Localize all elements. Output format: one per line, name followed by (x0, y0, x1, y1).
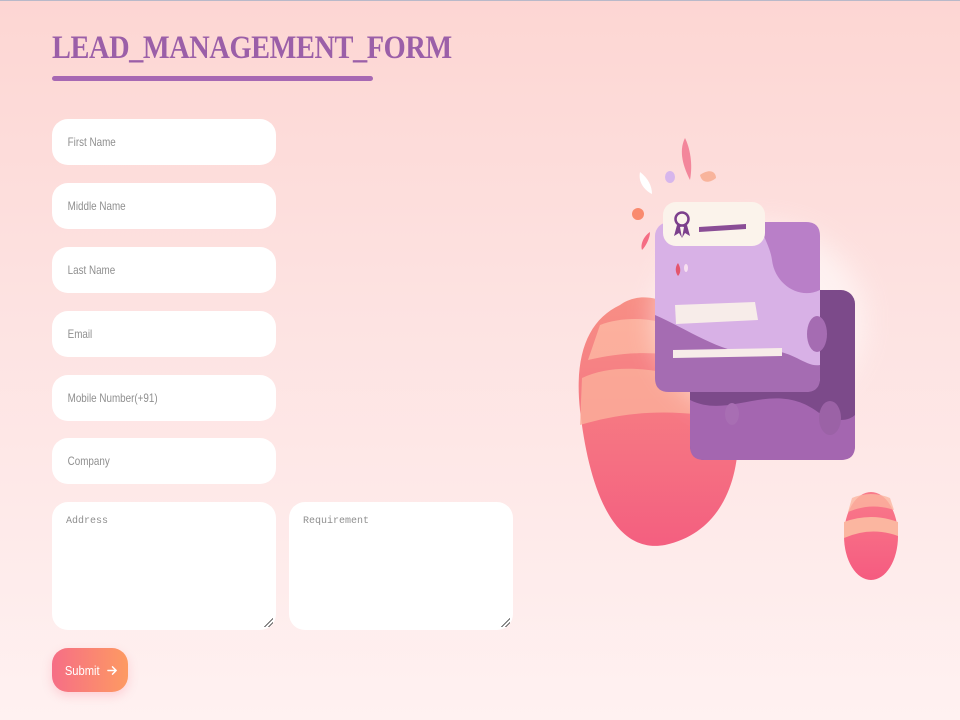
mobile-number-input[interactable] (66, 390, 227, 406)
last-name-field-container (52, 247, 276, 293)
company-input[interactable] (66, 453, 227, 469)
light-drop-icon (684, 264, 688, 272)
middle-name-input[interactable] (66, 198, 227, 214)
company-field-container (52, 438, 276, 484)
first-name-input[interactable] (66, 134, 227, 150)
address-textarea[interactable] (52, 502, 276, 630)
top-border (0, 0, 960, 1)
front-card (655, 222, 827, 392)
arrow-right-icon (107, 665, 118, 675)
title-underline (52, 76, 373, 81)
submit-button[interactable]: Submit (52, 648, 128, 692)
certificate-tag (663, 202, 765, 246)
email-field-container (52, 311, 276, 357)
requirement-textarea[interactable] (289, 502, 513, 630)
email-input[interactable] (66, 326, 227, 342)
middle-name-field-container (52, 183, 276, 229)
resize-grip-icon[interactable] (501, 618, 510, 627)
certificate-cards-illustration (578, 138, 898, 580)
submit-label: Submit (64, 662, 100, 678)
first-name-field-container (52, 119, 276, 165)
last-name-input[interactable] (66, 262, 227, 278)
mobile-field-container (52, 375, 276, 421)
pink-egg-shape (844, 492, 898, 580)
resize-grip-icon[interactable] (264, 618, 273, 627)
address-field-container (52, 502, 276, 630)
requirement-field-container (289, 502, 513, 630)
page-title: LEAD_MANAGEMENT_FORM (52, 30, 452, 66)
